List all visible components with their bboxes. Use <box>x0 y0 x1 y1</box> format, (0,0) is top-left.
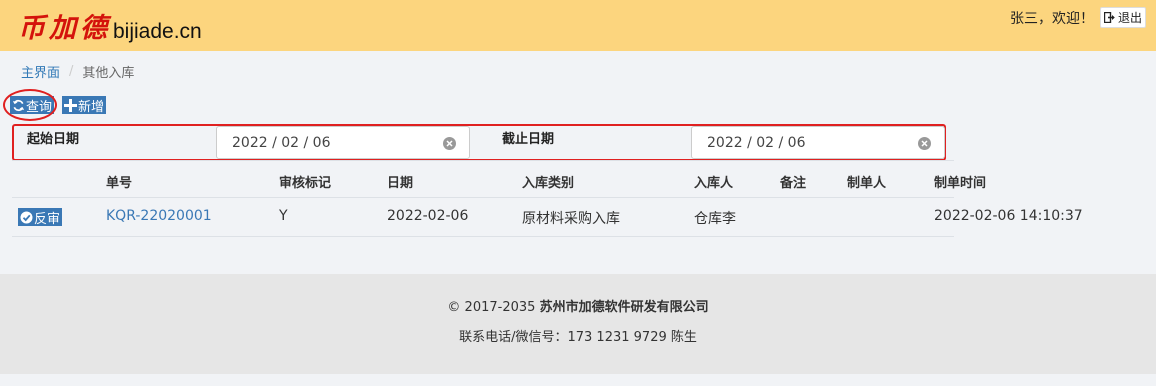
reverse-audit-label: 反审 <box>34 211 61 227</box>
sign-out-icon <box>1103 12 1115 23</box>
start-date-input[interactable]: 2022 / 02 / 06 <box>216 126 470 159</box>
header-creator: 制单人 <box>847 176 887 191</box>
cell-audit: Y <box>279 208 288 224</box>
footer-copyright: © 2017-2035 苏州市加德软件研发有限公司 <box>0 296 1156 315</box>
logo[interactable]: 币加德 bijiade.cn <box>18 10 202 46</box>
plus-icon <box>64 98 78 112</box>
end-date-input[interactable]: 2022 / 02 / 06 <box>691 126 945 159</box>
footer-contact: 联系电话/微信号：173 1231 9729 陈生 <box>459 330 697 345</box>
top-bar: 币加德 bijiade.cn 张三，欢迎！ 退出 <box>0 0 1156 51</box>
header-number: 单号 <box>106 176 133 191</box>
end-date-value: 2022 / 02 / 06 <box>707 134 806 151</box>
table-bottom-border <box>12 236 954 237</box>
breadcrumb-home-link[interactable]: 主界面 <box>21 62 60 81</box>
cell-person: 仓库李 <box>694 211 736 227</box>
company-name: 苏州市加德软件研发有限公司 <box>539 300 709 315</box>
logout-label: 退出 <box>1117 11 1142 25</box>
reverse-audit-button[interactable]: 反审 <box>18 208 63 227</box>
breadcrumb: 主界面 / 其他入库 <box>21 62 134 81</box>
logo-domain: bijiade.cn <box>113 20 202 43</box>
clear-end-date-icon[interactable] <box>918 137 931 150</box>
breadcrumb-separator: / <box>69 64 74 79</box>
cell-number-link[interactable]: KQR-22020001 <box>106 208 212 224</box>
header-note: 备注 <box>780 176 807 191</box>
header-person: 入库人 <box>694 176 734 191</box>
add-button[interactable]: 新增 <box>62 96 107 115</box>
header-category: 入库类别 <box>522 176 575 191</box>
logout-button[interactable]: 退出 <box>1099 7 1146 28</box>
cell-created-time: 2022-02-06 14:10:37 <box>934 208 1083 224</box>
footer: © 2017-2035 苏州市加德软件研发有限公司 联系电话/微信号：173 1… <box>0 274 1156 374</box>
toolbar: 查询 新增 <box>3 89 107 121</box>
header-audit: 审核标记 <box>279 176 332 191</box>
header-created-time: 制单时间 <box>934 176 987 191</box>
query-button-wrapper: 查询 <box>3 89 57 121</box>
header-date: 日期 <box>387 176 414 191</box>
logo-chinese: 币加德 <box>18 13 111 44</box>
user-area: 张三，欢迎！ 退出 <box>1010 7 1146 28</box>
copyright-prefix: © 2017-2035 <box>447 300 536 315</box>
add-label: 新增 <box>78 99 105 115</box>
check-circle-icon <box>20 211 33 223</box>
cell-date: 2022-02-06 <box>387 208 469 224</box>
clear-start-date-icon[interactable] <box>443 137 456 150</box>
welcome-text: 张三，欢迎！ <box>1009 10 1094 27</box>
table-top-border <box>12 160 954 161</box>
end-date-label: 截止日期 <box>502 132 555 147</box>
breadcrumb-current: 其他入库 <box>82 66 135 81</box>
start-date-label: 起始日期 <box>27 132 80 147</box>
query-highlight-circle <box>3 89 57 121</box>
table-header-border <box>12 197 954 198</box>
start-date-value: 2022 / 02 / 06 <box>232 134 331 151</box>
cell-category: 原材料采购入库 <box>522 211 620 227</box>
